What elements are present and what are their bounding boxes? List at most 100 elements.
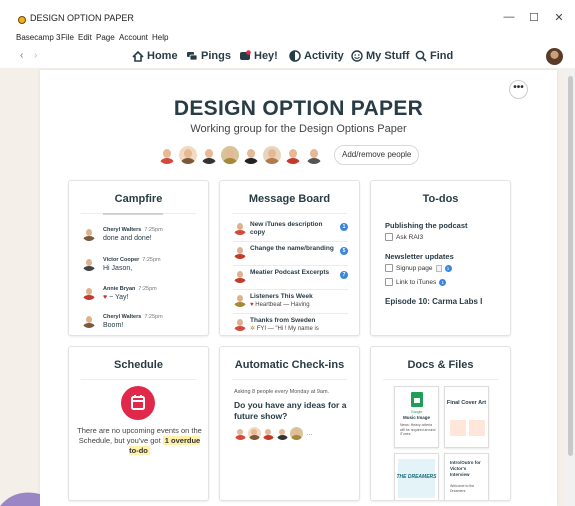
schedule-empty-text: There are no upcoming events on the Sche… — [77, 426, 202, 456]
todo-checkbox[interactable] — [385, 233, 393, 241]
search-icon — [415, 50, 427, 62]
back-button[interactable]: ‹ — [20, 50, 23, 61]
person-avatar — [234, 427, 247, 440]
menu-basecamp[interactable]: Basecamp 3 — [16, 33, 60, 42]
todo-list-title[interactable]: Newsletter updates — [385, 252, 454, 261]
nav-home-label: Home — [147, 50, 178, 62]
menu-help[interactable]: Help — [152, 33, 168, 42]
page-scrollbar[interactable] — [566, 70, 575, 506]
doc-tile[interactable]: Final Cover Art — [444, 386, 489, 448]
heart-icon: ♥ — [250, 302, 254, 308]
person-avatar[interactable] — [263, 146, 281, 164]
chat-time: 7:25pm — [144, 314, 163, 320]
avatar — [82, 227, 96, 241]
doc-tile[interactable]: Intro/Outro for Victor's Interview Welco… — [444, 453, 489, 500]
comment-count-badge: 1 — [439, 278, 447, 286]
todo-checkbox[interactable] — [385, 264, 393, 272]
person-avatar[interactable] — [284, 146, 302, 164]
person-avatar[interactable] — [179, 146, 197, 164]
person-avatar[interactable] — [221, 146, 239, 164]
checkins-card[interactable]: Automatic Check-ins Asking 8 people ever… — [219, 346, 360, 501]
nav-home[interactable]: Home — [132, 50, 178, 62]
chat-time: 7:25pm — [138, 286, 157, 292]
todo-checkbox[interactable] — [385, 278, 393, 286]
maximize-button[interactable]: ☐ — [525, 11, 543, 24]
chat-text: Boom! — [103, 322, 124, 329]
menu-account[interactable]: Account — [119, 33, 148, 42]
minimize-button[interactable]: — — [500, 11, 518, 23]
schedule-card[interactable]: Schedule There are no upcoming events on… — [68, 346, 209, 501]
nav-hey[interactable]: Hey! — [239, 50, 278, 62]
person-avatar[interactable] — [242, 146, 260, 164]
forward-button[interactable]: › — [34, 50, 37, 61]
comment-count-badge: 7 — [340, 271, 348, 279]
todo-item[interactable]: Link to iTunes 1 — [385, 278, 447, 286]
schedule-title: Schedule — [114, 359, 163, 371]
avatar — [82, 286, 96, 300]
person-avatar[interactable] — [200, 146, 218, 164]
nav-my-stuff[interactable]: My Stuff — [351, 50, 409, 62]
campfire-card[interactable]: Campfire Cheryl Walters 7:25pm done and d… — [68, 180, 209, 336]
chat-author-name: Victor Cooper — [103, 257, 140, 263]
heart-icon: ♥ — [103, 294, 108, 301]
activity-icon — [289, 50, 301, 62]
doc-tile[interactable]: THE DREAMERS — [394, 453, 439, 500]
nav-activity[interactable]: Activity — [289, 50, 344, 62]
todo-item[interactable]: Ask RAI3 — [385, 233, 423, 241]
todo-list-title[interactable]: Publishing the podcast — [385, 221, 468, 230]
add-remove-people-button[interactable]: Add/remove people — [334, 145, 420, 165]
chat-author: Victor Cooper 7:25pm — [103, 257, 161, 263]
cover-art-thumbnail — [450, 420, 466, 436]
user-avatar[interactable] — [546, 48, 563, 65]
doc-preview-text: Welcome to the Dreamers — [450, 484, 475, 493]
chat-text-value: ~ Yay! — [109, 294, 129, 301]
window-titlebar: DESIGN OPTION PAPER — ☐ ✕ — [0, 0, 575, 32]
todos-card[interactable]: To-dos Publishing the podcast Ask RAI3 N… — [370, 180, 511, 336]
doc-tile[interactable]: Google Music Image News: Heavy criteria … — [394, 386, 439, 448]
todo-item[interactable]: Signup page 1 — [385, 264, 452, 272]
chat-text: Hi Jason, — [103, 265, 133, 272]
row-divider — [233, 241, 348, 242]
truncated-message — [103, 213, 163, 217]
nav-activity-label: Activity — [304, 50, 344, 62]
message-title: Meatier Podcast Excerpts — [250, 269, 330, 276]
google-sheet-icon — [411, 392, 423, 407]
menu-file[interactable]: File — [61, 33, 74, 42]
chat-author-name: Cheryl Walters — [103, 314, 142, 320]
message-title: Listeners This Week — [250, 293, 313, 300]
todo-list-title[interactable]: Episode 10: Carma Labs I — [385, 297, 482, 306]
nav-hey-label: Hey! — [254, 50, 278, 62]
menu-edit[interactable]: Edit — [78, 33, 92, 42]
doc-title: THE DREAMERS — [396, 474, 437, 480]
chat-author: Cheryl Walters 7:25pm — [103, 227, 163, 233]
menu-bar: Basecamp 3 File Edit Page Account Help — [0, 32, 575, 46]
card-divider — [232, 213, 347, 214]
avatar — [82, 257, 96, 271]
docs-title: Docs & Files — [407, 359, 474, 371]
menu-page[interactable]: Page — [96, 33, 115, 42]
checkin-people: … — [234, 427, 313, 440]
message-title: Change the name/branding — [250, 245, 334, 252]
person-avatar — [262, 427, 275, 440]
nav-pings[interactable]: Pings — [186, 50, 231, 62]
message-board-card[interactable]: Message Board New iTunes description cop… — [219, 180, 360, 336]
message-title: New iTunes description copy — [250, 221, 323, 236]
avatar — [233, 245, 247, 259]
basecamp-app-icon — [18, 16, 26, 24]
nav-find[interactable]: Find — [415, 50, 453, 62]
person-avatar[interactable] — [158, 146, 176, 164]
checkins-title: Automatic Check-ins — [234, 359, 345, 371]
todo-item-label: Link to iTunes — [396, 278, 437, 286]
message-excerpt-text: FYI — "Hi ! My name is — [256, 326, 319, 332]
person-avatar — [276, 427, 289, 440]
checkin-question[interactable]: Do you have any ideas for a future show? — [234, 400, 352, 422]
comment-count-badge: 1 — [444, 264, 452, 272]
scrollbar-thumb[interactable] — [568, 76, 573, 456]
comment-count-badge: 5 — [340, 247, 348, 255]
person-avatar[interactable] — [305, 146, 323, 164]
todos-title: To-dos — [422, 193, 459, 205]
close-button[interactable]: ✕ — [550, 11, 568, 24]
docs-card[interactable]: Docs & Files Google Music Image News: He… — [370, 346, 511, 501]
doc-title: Music Image — [402, 415, 430, 420]
pings-icon — [187, 52, 198, 61]
